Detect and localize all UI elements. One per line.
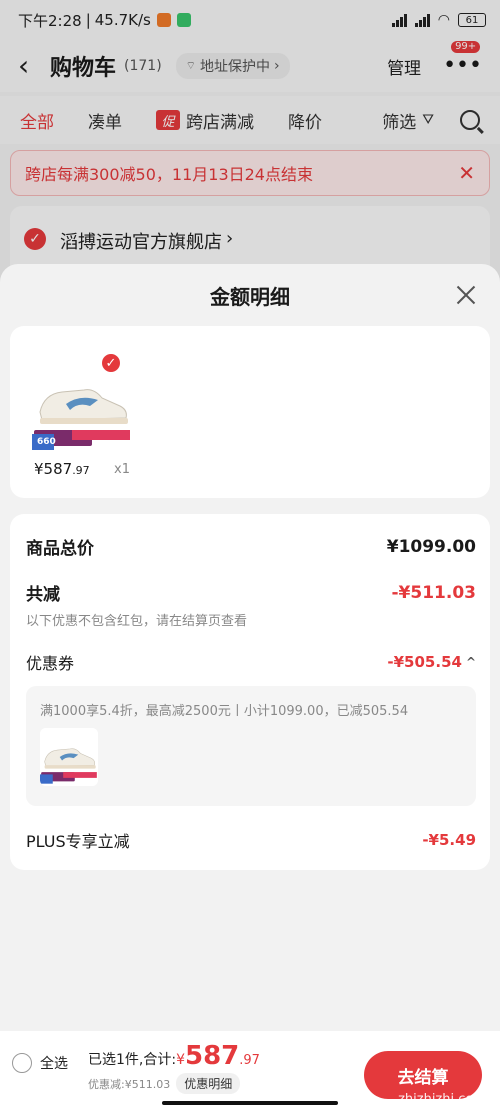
- checkout-bar: 全选 已选1件,合计: ¥ 587 .97 优惠减:¥511.03 优惠明细 去…: [0, 1031, 500, 1111]
- price-detail-card: 商品总价 ¥1099.00 共减 -¥511.03 以下优惠不包含红包，请在结算…: [10, 514, 490, 870]
- close-icon[interactable]: [450, 280, 480, 310]
- product-price: ¥587.97: [34, 460, 90, 478]
- select-all-radio[interactable]: [12, 1053, 32, 1073]
- total-line: 已选1件,合计: ¥ 587 .97: [88, 1041, 260, 1071]
- coupon-detail-box: 满1000享5.4折，最高减2500元丨小计1099.00，已减505.54: [26, 686, 476, 806]
- image-promo-tag: 660: [37, 437, 56, 447]
- coupon-value: -¥505.54 ^: [387, 653, 476, 671]
- reduction-note: 以下优惠不包含红包，请在结算页查看: [26, 614, 248, 629]
- product-quantity: x1: [114, 462, 130, 477]
- plus-label: PLUS专享立减: [26, 832, 130, 851]
- total-row: 商品总价 ¥1099.00: [26, 534, 476, 560]
- plus-value: -¥5.49: [422, 831, 476, 849]
- select-all-label[interactable]: 全选: [40, 1053, 68, 1073]
- reduction-label: 共减: [26, 585, 60, 605]
- discount-line: 优惠减:¥511.03 优惠明细: [88, 1073, 260, 1094]
- plus-row: PLUS专享立减 -¥5.49: [26, 828, 476, 852]
- chevron-up-icon: ^: [465, 655, 476, 669]
- reduction-row: 共减 -¥511.03: [26, 580, 477, 606]
- checkmark-icon[interactable]: ✓: [100, 352, 122, 374]
- coupon-description: 满1000享5.4折，最高减2500元丨小计1099.00，已减505.54: [40, 704, 409, 719]
- sheet-header: 金额明细: [0, 264, 500, 326]
- discount-detail-button[interactable]: 优惠明细: [176, 1073, 241, 1094]
- coupon-row[interactable]: 优惠券 -¥505.54 ^: [26, 650, 476, 674]
- coupon-product-thumbnail: [40, 728, 98, 786]
- watermark: zhizhizhi.com: [398, 1092, 486, 1107]
- amount-detail-sheet: 金额明细 660 ✓ ¥587.97 x1 商品总价 ¥1099.00 共减 -…: [0, 264, 500, 1031]
- sheet-title: 金额明细: [210, 284, 290, 309]
- home-indicator[interactable]: [162, 1101, 338, 1105]
- coupon-label: 优惠券: [26, 654, 75, 673]
- reduction-value: -¥511.03: [391, 582, 477, 603]
- total-label: 商品总价: [26, 539, 94, 559]
- sum-block: 已选1件,合计: ¥ 587 .97 优惠减:¥511.03 优惠明细: [88, 1041, 260, 1094]
- total-value: ¥1099.00: [386, 536, 476, 557]
- discount-text: 优惠减:¥511.03: [88, 1077, 171, 1091]
- total-amount: 587: [185, 1041, 240, 1071]
